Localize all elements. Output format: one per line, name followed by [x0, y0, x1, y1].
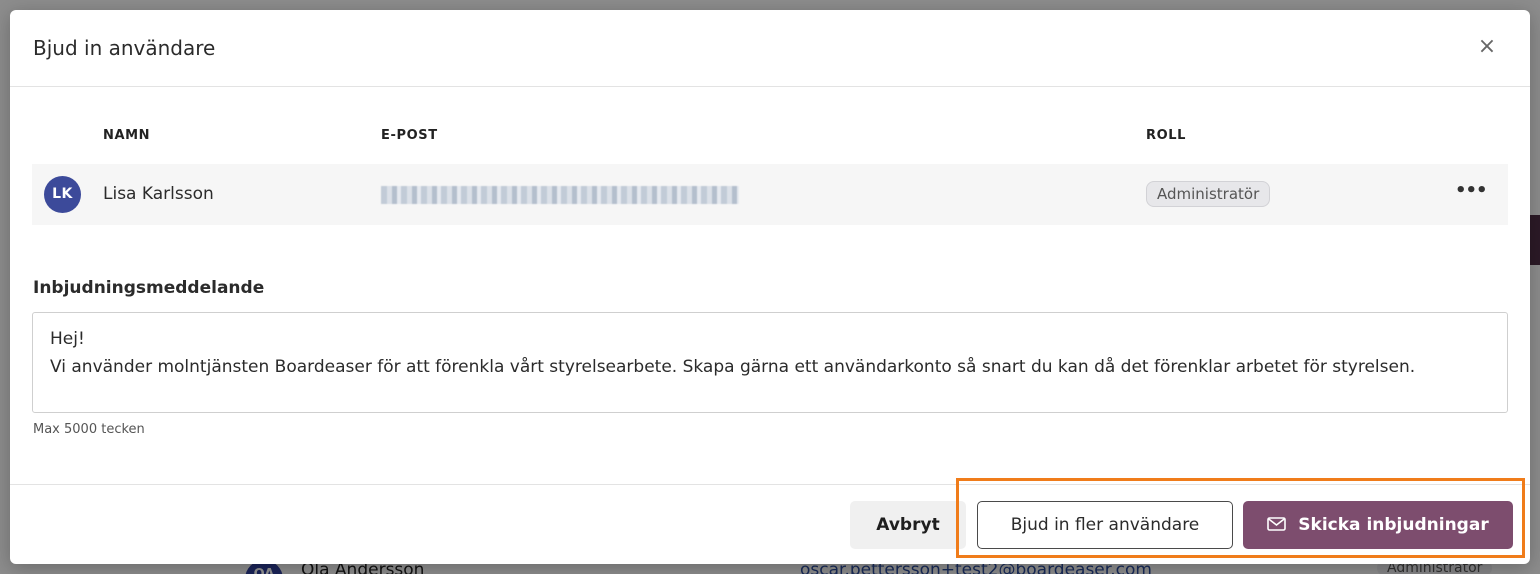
table-header: NAMN E-POST ROLL	[10, 128, 1530, 148]
send-invitations-label: Skicka inbjudningar	[1298, 515, 1489, 535]
modal-footer: Avbryt Bjud in fler användare Skicka inb…	[10, 484, 1530, 564]
table-row: LK Lisa Karlsson Administratör •••	[32, 164, 1508, 225]
mail-icon	[1267, 516, 1287, 531]
user-name: Lisa Karlsson	[103, 184, 214, 204]
avatar: LK	[44, 176, 81, 213]
invite-more-users-button[interactable]: Bjud in fler användare	[977, 501, 1233, 549]
invite-users-modal: Bjud in användare × NAMN E-POST ROLL LK …	[10, 10, 1530, 564]
message-label: Inbjudningsmeddelande	[33, 278, 265, 298]
modal-title: Bjud in användare	[33, 36, 216, 60]
send-invitations-button[interactable]: Skicka inbjudningar	[1243, 501, 1513, 549]
more-options-icon[interactable]: •••	[1455, 180, 1488, 206]
column-header-name: NAMN	[103, 128, 151, 143]
user-email-redacted	[381, 186, 739, 204]
column-header-email: E-POST	[381, 128, 438, 143]
invitation-message-input[interactable]	[32, 312, 1508, 413]
close-icon[interactable]: ×	[1474, 34, 1500, 60]
role-badge[interactable]: Administratör	[1146, 181, 1271, 207]
message-char-limit-hint: Max 5000 tecken	[33, 422, 145, 437]
column-header-role: ROLL	[1146, 128, 1187, 143]
cancel-button[interactable]: Avbryt	[850, 501, 966, 549]
modal-header: Bjud in användare ×	[10, 10, 1530, 87]
